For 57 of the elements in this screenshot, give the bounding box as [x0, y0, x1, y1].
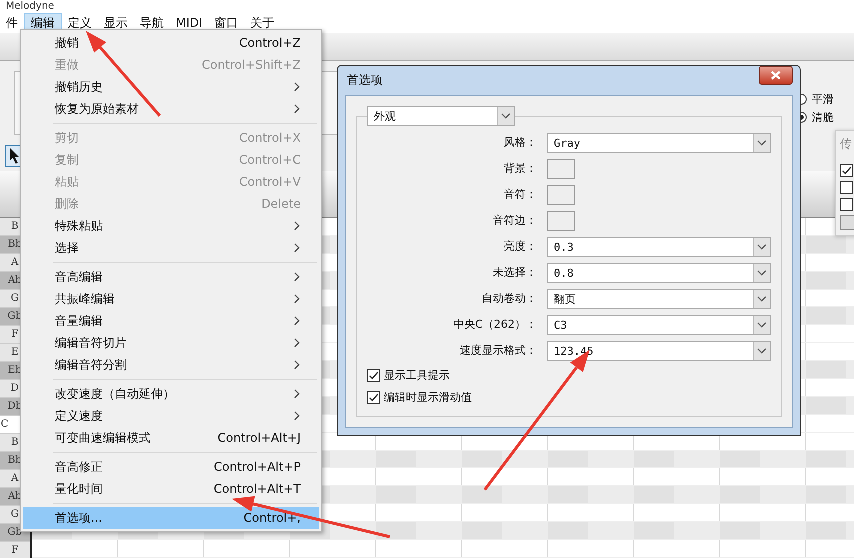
color-swatch[interactable] — [547, 159, 575, 179]
menu-item[interactable]: 显示 — [98, 13, 134, 33]
dropdown-field[interactable]: 翻页 — [547, 289, 771, 309]
arrow-cursor-icon — [8, 147, 20, 165]
chevron-right-icon — [293, 104, 301, 114]
menu-item[interactable]: 首选项... Control+, — [23, 507, 319, 529]
checkbox[interactable] — [840, 181, 853, 194]
field-label: 背景： — [503, 161, 537, 177]
panel-title: 传 — [840, 136, 853, 153]
chevron-right-icon — [293, 389, 301, 399]
field-label: 亮度： — [503, 239, 537, 255]
chevron-right-icon — [293, 294, 301, 304]
category-dropdown[interactable]: 外观 — [367, 106, 515, 126]
menu-item[interactable]: 关于 — [244, 13, 281, 33]
chevron-right-icon — [293, 316, 301, 326]
menu-item[interactable]: MIDI — [170, 13, 209, 33]
chevron-right-icon — [293, 338, 301, 348]
field-label: 速度显示格式： — [459, 343, 537, 359]
dropdown-field[interactable]: 0.8 — [547, 263, 771, 283]
field-label: 中央C（262）： — [452, 317, 537, 333]
field-label: 风格： — [503, 135, 537, 151]
checkmark-icon — [841, 165, 852, 176]
checkbox-label: 编辑时显示滑动值 — [384, 390, 472, 404]
field-label: 音符边： — [492, 213, 537, 229]
key-label: F — [0, 542, 30, 558]
chevron-right-icon — [293, 243, 301, 253]
dropdown-field[interactable]: C3 — [547, 315, 771, 335]
menu-item[interactable]: 撤销历史 — [23, 76, 319, 98]
close-button[interactable] — [759, 66, 793, 85]
checkbox[interactable] — [840, 164, 853, 177]
checkbox-label: 显示工具提示 — [384, 368, 450, 382]
menu-item[interactable]: 恢复为原始素材 — [23, 98, 319, 120]
close-icon — [771, 71, 781, 80]
color-swatch[interactable] — [547, 211, 575, 231]
checkbox[interactable] — [840, 198, 853, 211]
checkmark-icon — [368, 392, 379, 402]
dropdown-field[interactable]: 123.45 — [547, 341, 771, 361]
menu-item[interactable]: 导航 — [134, 13, 170, 33]
field-label: 未选择： — [492, 265, 537, 281]
chevron-right-icon — [293, 360, 301, 370]
chevron-right-icon — [293, 411, 301, 421]
menu-item[interactable]: 定义 — [62, 13, 98, 33]
chevron-right-icon — [293, 82, 301, 92]
checkbox[interactable] — [367, 368, 380, 382]
menu-item[interactable]: 撤销 Control+Z — [23, 32, 319, 54]
chevron-right-icon — [293, 272, 301, 282]
checkbox[interactable] — [367, 390, 380, 404]
chevron-right-icon — [293, 221, 301, 231]
field-label: 自动卷动： — [481, 291, 537, 307]
menu-item[interactable]: 窗口 — [208, 13, 245, 33]
dropdown-field[interactable]: 0.3 — [547, 237, 771, 257]
dropdown-field[interactable]: Gray — [547, 133, 771, 153]
dialog-title: 首选项 — [346, 72, 383, 89]
checkmark-icon — [368, 370, 379, 380]
color-swatch[interactable] — [547, 185, 575, 205]
menu-item[interactable]: 件 — [0, 13, 24, 33]
field-label: 音符： — [503, 187, 537, 203]
